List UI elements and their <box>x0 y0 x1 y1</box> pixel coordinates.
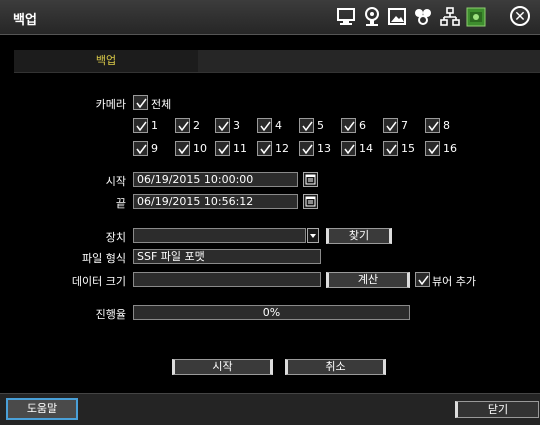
tab-bar-filler <box>198 50 540 72</box>
calculate-button[interactable]: 계산 <box>326 272 410 288</box>
device-select[interactable] <box>133 228 306 243</box>
camera-channel-label: 7 <box>401 119 408 132</box>
end-calendar-icon[interactable] <box>303 194 318 209</box>
camera-channel-label: 9 <box>151 142 158 155</box>
camera-channel-label: 11 <box>233 142 247 155</box>
progress-text: 0% <box>262 306 281 319</box>
start-button[interactable]: 시작 <box>172 359 273 375</box>
progress-bar: 0% <box>133 305 410 320</box>
camera-channel-checkbox[interactable] <box>257 141 272 156</box>
monitor-icon[interactable] <box>336 7 356 27</box>
camera-channel-label: 3 <box>233 119 240 132</box>
camera-channel-label: 14 <box>359 142 373 155</box>
title-bar: 백업 ✕ <box>0 0 540 35</box>
viewer-add-checkbox[interactable] <box>415 272 430 287</box>
camera-channel-label: 8 <box>443 119 450 132</box>
camera-channel-checkbox[interactable] <box>425 118 440 133</box>
camera-channel-checkbox[interactable] <box>257 118 272 133</box>
file-format-field[interactable]: SSF 파일 포맷 <box>133 249 321 264</box>
cancel-button[interactable]: 취소 <box>285 359 386 375</box>
data-size-field <box>133 272 321 287</box>
viewer-add-label: 뷰어 추가 <box>432 275 476 288</box>
end-time-field[interactable]: 06/19/2015 10:56:12 <box>133 194 298 209</box>
camera-channel-label: 12 <box>275 142 289 155</box>
camera-channel-label: 6 <box>359 119 366 132</box>
start-label: 시작 <box>105 175 126 188</box>
help-button[interactable]: 도움말 <box>6 398 78 420</box>
camera-channel-label: 15 <box>401 142 415 155</box>
camera-channel-checkbox[interactable] <box>215 118 230 133</box>
camera-channel-label: 13 <box>317 142 331 155</box>
chevron-down-icon[interactable] <box>307 228 319 243</box>
camera-channel-checkbox[interactable] <box>383 141 398 156</box>
file-format-label: 파일 형식 <box>82 252 126 265</box>
camera-channel-label: 5 <box>317 119 324 132</box>
progress-label: 진행율 <box>95 308 126 321</box>
camera-channel-checkbox[interactable] <box>425 141 440 156</box>
camera-channel-checkbox[interactable] <box>133 141 148 156</box>
camera-label: 카메라 <box>95 98 126 111</box>
camera-icon[interactable] <box>362 7 382 27</box>
tab-bar: 백업 <box>0 50 540 72</box>
camera-all-label: 전체 <box>151 98 172 111</box>
device-label: 장치 <box>105 231 126 244</box>
camera-channel-checkbox[interactable] <box>341 141 356 156</box>
tab-backup[interactable]: 백업 <box>14 50 198 72</box>
camera-channel-checkbox[interactable] <box>175 118 190 133</box>
network-icon[interactable] <box>413 7 433 27</box>
data-size-label: 데이터 크기 <box>71 275 126 288</box>
camera-all-checkbox[interactable] <box>133 95 148 110</box>
backup-window: 백업 ✕ 백업 카메라 전체 1 2 3 4 5 6 7 8 9 10 11 12 13 14 15 16 시… <box>0 0 540 425</box>
camera-channel-checkbox[interactable] <box>299 141 314 156</box>
camera-channel-label: 4 <box>275 119 282 132</box>
camera-channel-label: 1 <box>151 119 158 132</box>
camera-channel-checkbox[interactable] <box>299 118 314 133</box>
camera-channel-label: 16 <box>443 142 457 155</box>
close-button[interactable]: 닫기 <box>455 401 539 418</box>
start-calendar-icon[interactable] <box>303 172 318 187</box>
camera-channel-checkbox[interactable] <box>175 141 190 156</box>
camera-channel-checkbox[interactable] <box>215 141 230 156</box>
camera-channel-label: 10 <box>193 142 207 155</box>
camera-channel-checkbox[interactable] <box>383 118 398 133</box>
close-icon[interactable]: ✕ <box>510 6 530 26</box>
end-label: 끝 <box>115 197 126 210</box>
camera-channel-checkbox[interactable] <box>133 118 148 133</box>
hierarchy-icon[interactable] <box>440 7 460 27</box>
start-time-field[interactable]: 06/19/2015 10:00:00 <box>133 172 298 187</box>
bottom-bar: 도움말 닫기 <box>0 393 540 425</box>
green-disk-icon[interactable] <box>466 7 486 27</box>
camera-channel-checkbox[interactable] <box>341 118 356 133</box>
image-icon[interactable] <box>387 7 407 27</box>
window-title: 백업 <box>13 13 37 28</box>
find-button[interactable]: 찾기 <box>326 228 392 244</box>
camera-channel-label: 2 <box>193 119 200 132</box>
